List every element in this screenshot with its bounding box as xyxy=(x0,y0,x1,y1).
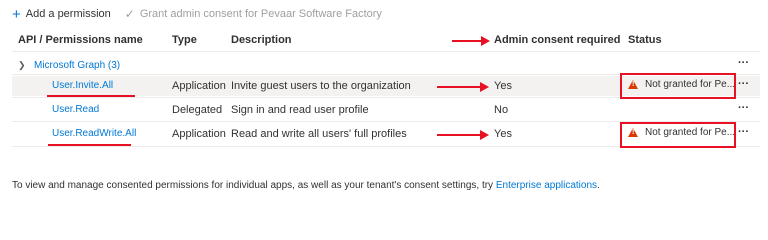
grant-admin-consent-button[interactable]: ✓ Grant admin consent for Pevaar Softwar… xyxy=(125,8,382,20)
footer-note: To view and manage consented permissions… xyxy=(12,180,600,191)
plus-icon: + xyxy=(12,5,21,23)
permission-link[interactable]: User.Read xyxy=(52,104,99,115)
group-label[interactable]: Microsoft Graph (3) xyxy=(34,60,120,71)
annotation-box xyxy=(620,73,736,99)
permission-link[interactable]: User.Invite.All xyxy=(52,80,113,91)
description-cell: Invite guest users to the organization xyxy=(231,80,411,92)
command-bar: + Add a permission ✓ Grant admin consent… xyxy=(12,6,396,22)
checkmark-icon: ✓ xyxy=(124,7,135,21)
admin-consent-cell: Yes xyxy=(494,128,512,140)
header-description[interactable]: Description xyxy=(231,34,292,46)
permission-link[interactable]: User.ReadWrite.All xyxy=(52,128,136,139)
grant-admin-consent-label: Grant admin consent for Pevaar Software … xyxy=(139,8,382,20)
admin-consent-cell: No xyxy=(494,104,509,116)
group-row-microsoft-graph[interactable]: ❯ Microsoft Graph (3) ··· xyxy=(12,56,760,74)
more-icon[interactable]: ··· xyxy=(738,58,749,69)
type-cell: Application xyxy=(172,80,226,92)
header-admin-consent[interactable]: Admin consent required xyxy=(494,34,621,46)
more-icon[interactable]: ··· xyxy=(738,79,749,90)
annotation-arrow xyxy=(437,82,489,92)
add-permission-button[interactable]: + Add a permission xyxy=(12,7,111,22)
type-cell: Application xyxy=(172,128,226,140)
description-cell: Sign in and read user profile xyxy=(231,104,369,116)
type-cell: Delegated xyxy=(172,104,223,116)
enterprise-applications-link[interactable]: Enterprise applications xyxy=(496,180,597,191)
chevron-down-icon[interactable]: ❯ xyxy=(18,60,32,71)
header-permission-name[interactable]: API / Permissions name xyxy=(18,34,143,46)
add-permission-label: Add a permission xyxy=(25,8,111,20)
annotation-arrow xyxy=(437,130,489,140)
footer-suffix: . xyxy=(597,180,600,191)
footer-text: To view and manage consented permissions… xyxy=(12,180,496,191)
description-cell: Read and write all users' full profiles xyxy=(231,128,407,140)
annotation-arrow xyxy=(452,36,490,46)
header-divider xyxy=(12,51,760,52)
more-icon[interactable]: ··· xyxy=(738,103,749,114)
annotation-underline xyxy=(48,144,131,146)
header-type[interactable]: Type xyxy=(172,34,197,46)
annotation-box xyxy=(620,122,736,148)
table-row[interactable]: User.Read Delegated Sign in and read use… xyxy=(12,100,760,120)
admin-consent-cell: Yes xyxy=(494,80,512,92)
more-icon[interactable]: ··· xyxy=(738,127,749,138)
header-status[interactable]: Status xyxy=(628,34,662,46)
annotation-underline xyxy=(47,95,135,97)
